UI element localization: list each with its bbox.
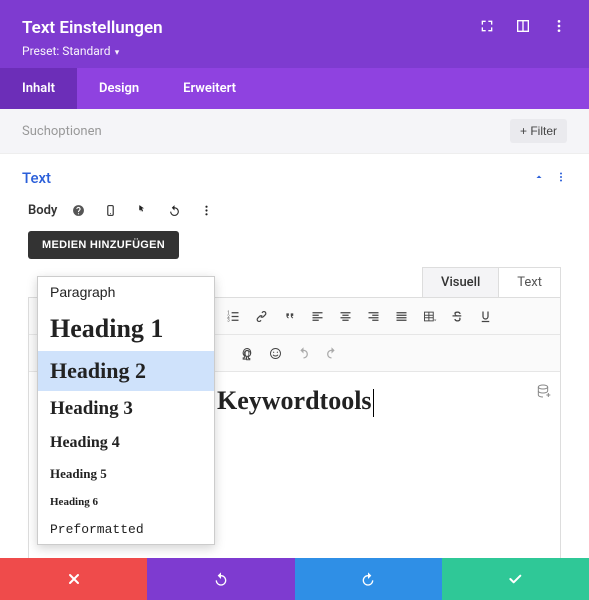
action-bar (0, 558, 589, 600)
format-dropdown-menu: Paragraph Heading 1 Heading 2 Heading 3 … (37, 276, 215, 545)
text-section-header: Text (0, 154, 589, 195)
svg-text:Ω: Ω (244, 348, 249, 358)
tab-design[interactable]: Design (77, 68, 161, 109)
format-option-h5[interactable]: Heading 5 (38, 459, 214, 489)
format-option-paragraph[interactable]: Paragraph (38, 277, 214, 307)
reset-icon[interactable] (163, 199, 185, 221)
svg-text:3: 3 (227, 318, 230, 323)
link-button[interactable] (249, 304, 273, 328)
cancel-button[interactable] (0, 558, 147, 600)
search-input[interactable]: Suchoptionen (22, 124, 102, 139)
strike-button[interactable] (445, 304, 469, 328)
help-icon[interactable] (67, 199, 89, 221)
tab-advanced[interactable]: Erweitert (161, 68, 258, 109)
tab-content[interactable]: Inhalt (0, 68, 77, 109)
align-right-button[interactable] (361, 304, 385, 328)
content-heading: Keywordtools (217, 386, 544, 417)
ol-button[interactable]: 123 (221, 304, 245, 328)
format-option-h2[interactable]: Heading 2 (38, 351, 214, 391)
align-center-button[interactable] (333, 304, 357, 328)
mode-tab-visual[interactable]: Visuell (422, 267, 499, 297)
add-media-button[interactable]: MEDIEN HINZUFÜGEN (28, 231, 179, 259)
quote-button[interactable] (277, 304, 301, 328)
undo-action-button[interactable] (147, 558, 294, 600)
filter-button[interactable]: + Filter (510, 119, 567, 143)
phone-icon[interactable] (99, 199, 121, 221)
align-left-button[interactable] (305, 304, 329, 328)
expand-icon[interactable] (479, 18, 495, 38)
specialchar-button[interactable]: Ω (235, 341, 259, 365)
undo-button[interactable] (291, 341, 315, 365)
format-option-h3[interactable]: Heading 3 (38, 391, 214, 427)
search-bar: Suchoptionen + Filter (0, 109, 589, 154)
panel-title: Text Einstellungen (22, 18, 163, 38)
mode-tab-text[interactable]: Text (498, 267, 561, 297)
emoji-button[interactable] (263, 341, 287, 365)
format-option-h1[interactable]: Heading 1 (38, 307, 214, 351)
body-more-icon[interactable] (195, 199, 217, 221)
main-tabs: Inhalt Design Erweitert (0, 68, 589, 109)
save-button[interactable] (442, 558, 589, 600)
settings-header: Text Einstellungen Preset: Standard ▾ (0, 0, 589, 68)
section-more-icon[interactable] (555, 168, 567, 187)
hover-icon[interactable] (131, 199, 153, 221)
underline-button[interactable] (473, 304, 497, 328)
body-label: Body (28, 203, 57, 218)
layout-icon[interactable] (515, 18, 531, 38)
section-label[interactable]: Text (22, 169, 51, 187)
preset-dropdown[interactable]: Preset: Standard ▾ (22, 44, 567, 58)
redo-action-button[interactable] (295, 558, 442, 600)
format-option-h6[interactable]: Heading 6 (38, 489, 214, 515)
format-option-pre[interactable]: Preformatted (38, 515, 214, 544)
format-option-h4[interactable]: Heading 4 (38, 427, 214, 459)
table-button[interactable] (417, 304, 441, 328)
redo-button[interactable] (319, 341, 343, 365)
collapse-icon[interactable] (533, 168, 545, 187)
more-vert-icon[interactable] (551, 18, 567, 38)
dynamic-content-icon[interactable] (534, 382, 552, 400)
body-device-row: Body (0, 195, 589, 229)
align-justify-button[interactable] (389, 304, 413, 328)
